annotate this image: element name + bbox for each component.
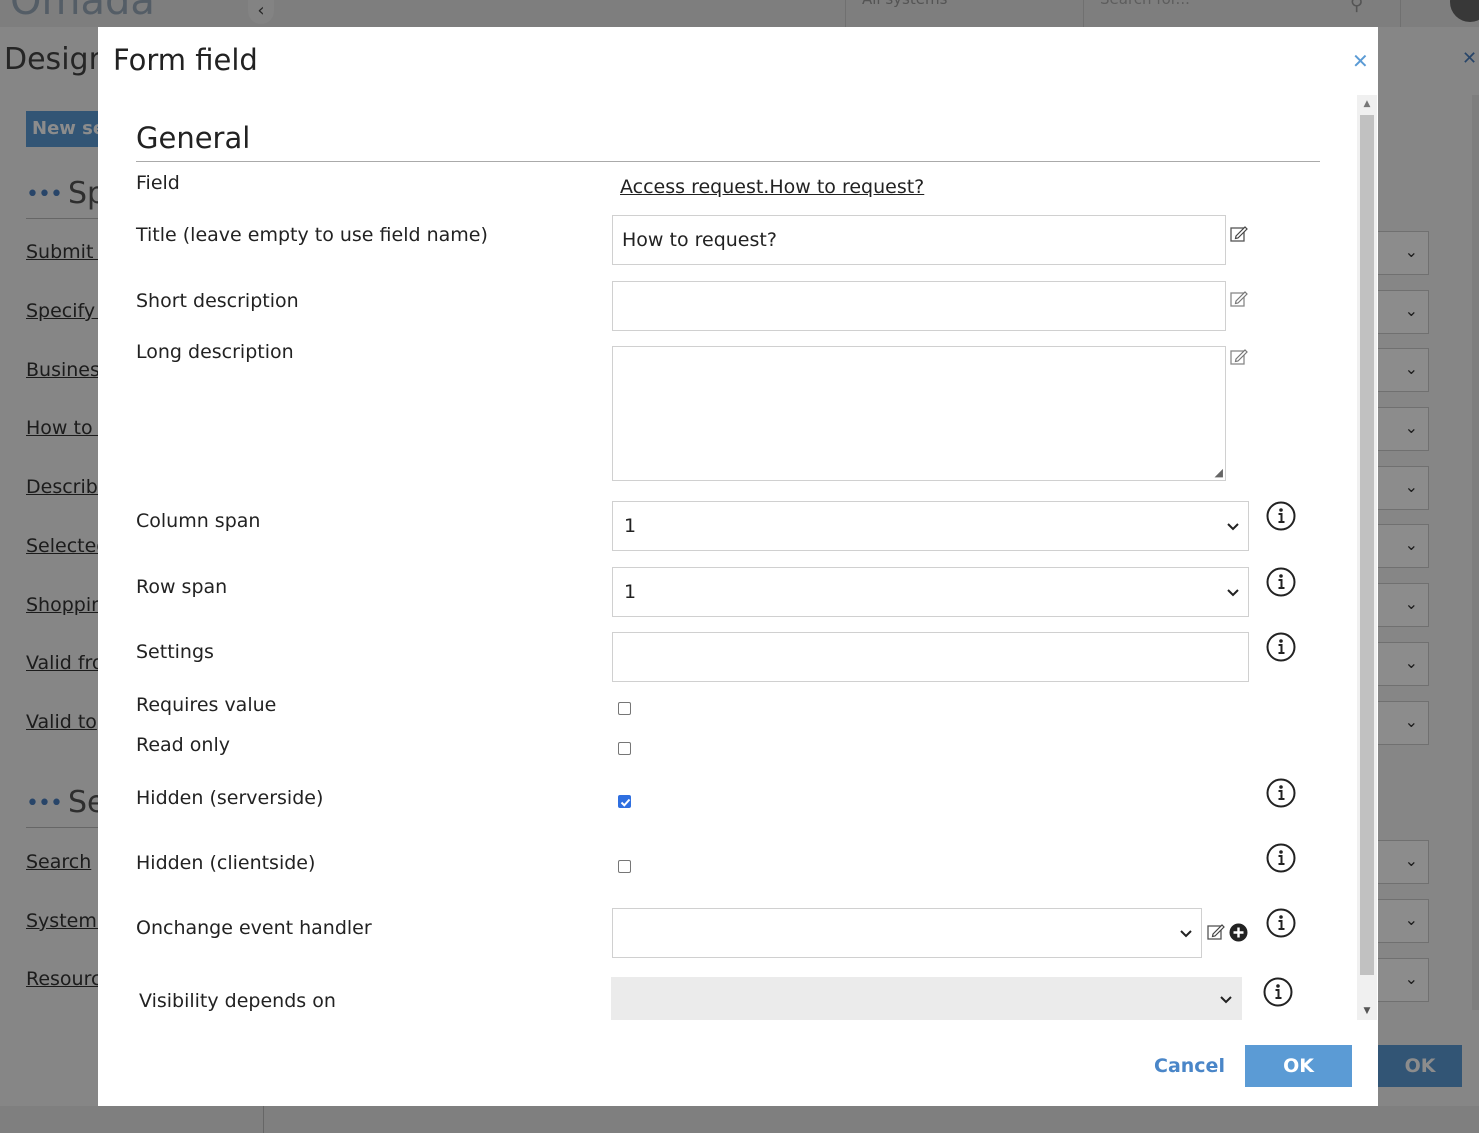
- chevron-down-icon: [1227, 523, 1239, 531]
- scroll-up-icon[interactable]: ▲: [1357, 95, 1377, 113]
- scrollbar-thumb[interactable]: [1360, 115, 1374, 975]
- settings-label: Settings: [136, 641, 214, 663]
- long-description-textarea[interactable]: ◢: [612, 346, 1226, 481]
- section-heading: General: [136, 121, 251, 155]
- visibility-depends-on-select[interactable]: [611, 977, 1242, 1020]
- row-span-select[interactable]: 1: [612, 567, 1249, 617]
- edit-icon[interactable]: [1229, 224, 1249, 244]
- cancel-button[interactable]: Cancel: [1154, 1055, 1225, 1077]
- chevron-down-icon: [1220, 996, 1232, 1004]
- close-icon[interactable]: ✕: [1352, 49, 1369, 73]
- info-icon[interactable]: [1266, 632, 1296, 662]
- dialog-scrollbar[interactable]: ▲ ▼: [1357, 95, 1377, 1020]
- info-icon[interactable]: [1266, 908, 1296, 938]
- chevron-down-icon: [1180, 930, 1192, 938]
- short-description-label: Short description: [136, 290, 299, 312]
- info-icon[interactable]: [1266, 843, 1296, 873]
- field-link[interactable]: Access request.How to request?: [620, 176, 924, 198]
- row-span-label: Row span: [136, 576, 228, 598]
- column-span-label: Column span: [136, 510, 261, 532]
- info-icon[interactable]: [1266, 501, 1296, 531]
- hidden-serverside-label: Hidden (serverside): [136, 787, 324, 809]
- dialog-title: Form field: [113, 43, 258, 77]
- info-icon[interactable]: [1263, 977, 1293, 1007]
- resize-handle-icon[interactable]: ◢: [1215, 466, 1223, 479]
- field-label: Field: [136, 172, 180, 194]
- title-input[interactable]: How to request?: [612, 215, 1226, 265]
- hidden-clientside-checkbox[interactable]: [618, 860, 631, 873]
- scroll-down-icon[interactable]: ▼: [1357, 1002, 1377, 1020]
- form-field-dialog: Form field ✕ General Field Access reques…: [98, 27, 1378, 1106]
- title-label: Title (leave empty to use field name): [136, 224, 488, 246]
- read-only-label: Read only: [136, 734, 230, 756]
- dialog-scroll-area[interactable]: General Field Access request.How to requ…: [98, 95, 1378, 1020]
- hidden-serverside-checkbox[interactable]: [618, 795, 631, 808]
- edit-icon[interactable]: [1229, 347, 1249, 367]
- short-description-input[interactable]: [612, 281, 1226, 331]
- divider: [136, 161, 1320, 162]
- long-description-label: Long description: [136, 341, 294, 363]
- hidden-clientside-label: Hidden (clientside): [136, 852, 316, 874]
- read-only-checkbox[interactable]: [618, 742, 631, 755]
- requires-value-checkbox[interactable]: [618, 702, 631, 715]
- requires-value-label: Requires value: [136, 694, 277, 716]
- add-icon[interactable]: [1229, 923, 1248, 942]
- edit-icon[interactable]: [1229, 289, 1249, 309]
- check-icon: [620, 798, 631, 807]
- visibility-depends-on-label: Visibility depends on: [139, 990, 336, 1012]
- edit-icon[interactable]: [1206, 922, 1226, 942]
- info-icon[interactable]: [1266, 567, 1296, 597]
- ok-button[interactable]: OK: [1245, 1045, 1352, 1087]
- chevron-down-icon: [1227, 589, 1239, 597]
- onchange-handler-label: Onchange event handler: [136, 917, 372, 939]
- info-icon[interactable]: [1266, 778, 1296, 808]
- column-span-select[interactable]: 1: [612, 501, 1249, 551]
- onchange-handler-select[interactable]: [612, 908, 1202, 958]
- settings-input[interactable]: [612, 632, 1249, 682]
